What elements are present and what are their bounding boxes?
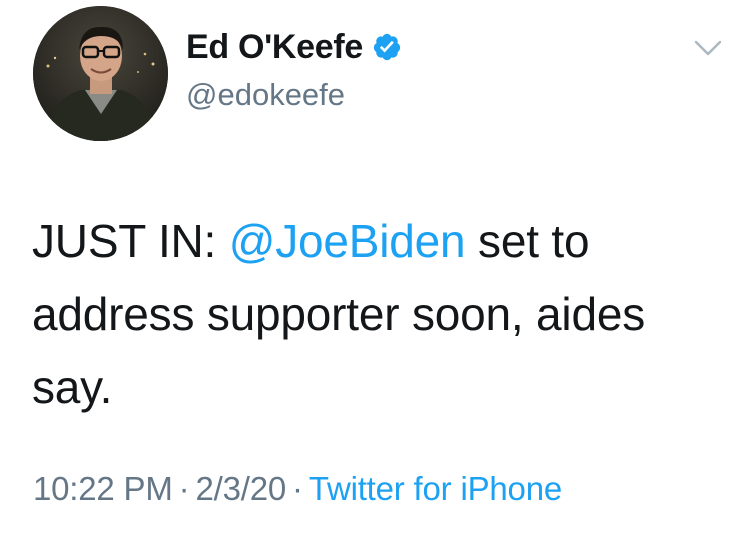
profile-photo-icon — [33, 6, 168, 141]
tweet-date[interactable]: 2/3/20 — [195, 470, 286, 507]
tweet-time[interactable]: 10:22 PM — [33, 470, 173, 507]
meta-separator-2: · — [292, 470, 303, 507]
tweet-text: JUST IN: @JoeBiden set to address suppor… — [32, 205, 722, 424]
mention-link[interactable]: @JoeBiden — [229, 215, 466, 267]
tweet-source-link[interactable]: Twitter for iPhone — [309, 470, 562, 507]
verified-badge-icon — [372, 32, 402, 62]
chevron-down-icon[interactable] — [692, 36, 724, 60]
user-handle[interactable]: @edokeefe — [186, 77, 345, 113]
display-name-row: Ed O'Keefe — [186, 26, 402, 68]
meta-separator: · — [178, 470, 190, 507]
avatar[interactable] — [33, 6, 168, 141]
tweet-card: Ed O'Keefe @edokeefe JUST IN: @JoeBiden … — [0, 0, 749, 538]
tweet-text-prefix: JUST IN: — [32, 215, 229, 267]
display-name[interactable]: Ed O'Keefe — [186, 28, 363, 67]
tweet-meta: 10:22 PM · 2/3/20 · Twitter for iPhone — [33, 470, 562, 508]
